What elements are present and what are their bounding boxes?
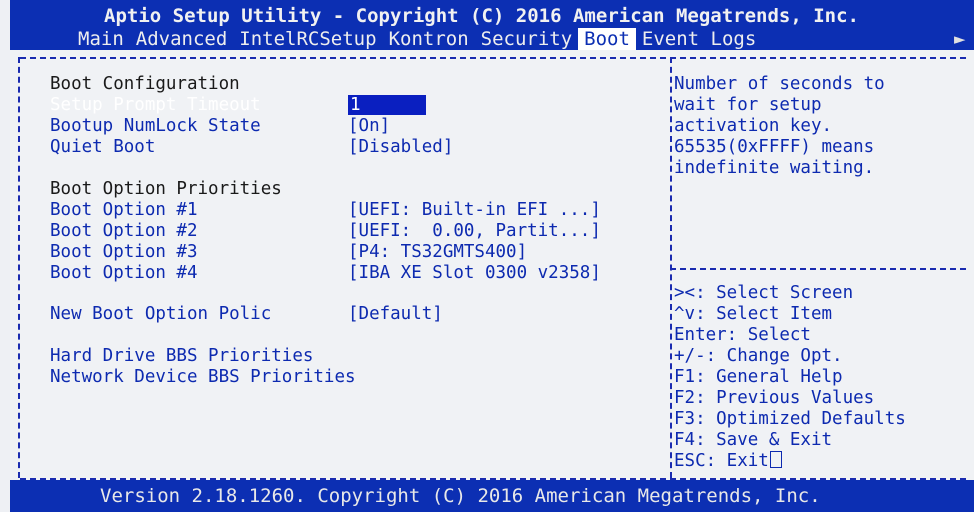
panel-border-top [20, 57, 966, 59]
bios-screen: Aptio Setup Utility - Copyright (C) 2016… [0, 0, 974, 512]
scroll-right-arrow-icon[interactable]: ► [954, 28, 965, 50]
tab-boot[interactable]: Boot [578, 28, 636, 50]
boot-option-4-label[interactable]: Boot Option #4 [50, 263, 198, 283]
boot-option-4-value[interactable]: [IBA XE Slot 0300 v2358] [348, 263, 601, 283]
tab-security[interactable]: Security [475, 28, 579, 50]
key-hint-f1: F1: General Help [674, 367, 843, 387]
quiet-boot-value[interactable]: [Disabled] [348, 137, 453, 157]
tab-event-logs[interactable]: Event Logs [636, 28, 762, 50]
help-line: Number of seconds to [674, 74, 885, 94]
setup-prompt-timeout-label[interactable]: Setup Prompt Timeout [50, 95, 261, 115]
boot-option-1-value[interactable]: [UEFI: Built-in EFI ...] [348, 200, 601, 220]
setup-prompt-timeout-input[interactable]: 1 [348, 95, 426, 115]
hard-drive-bbs-link[interactable]: Hard Drive BBS Priorities [50, 346, 313, 366]
help-line: activation key. [674, 116, 833, 136]
key-hint-select-item: ^v: Select Item [674, 304, 833, 324]
key-hint-f3: F3: Optimized Defaults [674, 409, 906, 429]
key-hint-esc: ESC: Exit [674, 451, 782, 471]
panel-border-left [18, 57, 20, 478]
key-hint-change-opt: +/-: Change Opt. [674, 346, 843, 366]
boot-option-1-label[interactable]: Boot Option #1 [50, 200, 198, 220]
boot-option-2-value[interactable]: [UEFI: 0.00, Partit...] [348, 221, 601, 241]
title-bar: Aptio Setup Utility - Copyright (C) 2016… [10, 0, 974, 50]
boot-priorities-heading: Boot Option Priorities [50, 179, 282, 199]
help-line: indefinite waiting. [674, 158, 875, 178]
network-device-bbs-link[interactable]: Network Device BBS Priorities [50, 367, 356, 387]
boot-config-heading: Boot Configuration [50, 74, 240, 94]
key-hint-esc-text: ESC: Exit [674, 451, 769, 471]
footer-bar: Version 2.18.1260. Copyright (C) 2016 Am… [10, 480, 974, 512]
tab-main[interactable]: Main [72, 28, 130, 50]
key-hint-enter: Enter: Select [674, 325, 811, 345]
quiet-boot-label[interactable]: Quiet Boot [50, 137, 155, 157]
version-text: Version 2.18.1260. Copyright (C) 2016 Am… [100, 485, 821, 507]
boot-option-2-label[interactable]: Boot Option #2 [50, 221, 198, 241]
help-line: wait for setup [674, 95, 822, 115]
tab-advanced[interactable]: Advanced [130, 28, 234, 50]
boot-option-3-label[interactable]: Boot Option #3 [50, 242, 198, 262]
help-separator [670, 268, 966, 270]
key-hint-f4: F4: Save & Exit [674, 430, 833, 450]
new-boot-option-policy-label[interactable]: New Boot Option Polic [50, 304, 271, 324]
text-cursor-icon [769, 451, 782, 468]
boot-option-3-value[interactable]: [P4: TS32GMTS400] [348, 242, 527, 262]
menu-bar: Main Advanced IntelRCSetup Kontron Secur… [72, 28, 762, 50]
main-panel: Boot Configuration Setup Prompt Timeout … [10, 50, 974, 480]
tab-intelrcsetup[interactable]: IntelRCSetup [233, 28, 382, 50]
new-boot-option-policy-value[interactable]: [Default] [348, 304, 443, 324]
tab-kontron[interactable]: Kontron [383, 28, 475, 50]
bootup-numlock-value[interactable]: [On] [348, 116, 390, 136]
app-title: Aptio Setup Utility - Copyright (C) 2016… [104, 5, 859, 27]
key-hint-select-screen: ><: Select Screen [674, 283, 854, 303]
help-line: 65535(0xFFFF) means [674, 137, 875, 157]
bootup-numlock-label[interactable]: Bootup NumLock State [50, 116, 261, 136]
key-hint-f2: F2: Previous Values [674, 388, 875, 408]
